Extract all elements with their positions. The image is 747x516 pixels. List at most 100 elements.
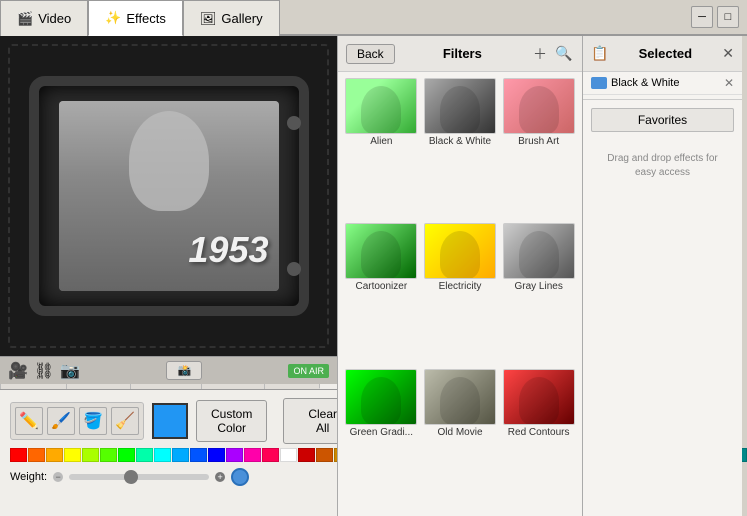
color-cell[interactable] (226, 448, 243, 462)
filter-item-graylines[interactable]: Gray Lines (501, 223, 576, 364)
filter-label-electricity: Electricity (439, 281, 482, 292)
selected-item-remove-button[interactable]: ✕ (724, 76, 734, 90)
eraser-tool[interactable]: 🧹 (111, 407, 139, 435)
selected-item-visibility-toggle[interactable] (591, 77, 607, 89)
minimize-button[interactable]: ─ (691, 6, 713, 28)
selected-item: Black & White ✕ (583, 72, 742, 95)
video-frame: 1953 (0, 36, 337, 356)
filter-item-electricity[interactable]: Electricity (423, 223, 498, 364)
filter-item-alien[interactable]: Alien (344, 78, 419, 219)
top-tab-bar: 🎬 Video ✨ Effects 🖼 Gallery ─ □ (0, 0, 747, 36)
color-cell[interactable] (244, 448, 261, 462)
weight-row: Weight: − + (10, 468, 327, 486)
filter-label-graylines: Gray Lines (514, 281, 562, 292)
tab-video-label: Video (38, 11, 71, 26)
filter-item-greengrad[interactable]: Green Gradi... (344, 369, 419, 510)
color-row-0 (10, 448, 297, 462)
tab-gallery[interactable]: 🖼 Gallery (183, 0, 280, 36)
filter-thumb-redcontours (503, 369, 575, 425)
favorites-button[interactable]: Favorites (591, 108, 734, 132)
color-cell[interactable] (136, 448, 153, 462)
weight-decrease-button[interactable]: − (53, 472, 63, 482)
color-cell[interactable] (154, 448, 171, 462)
color-cell[interactable] (28, 448, 45, 462)
selected-item-label: Black & White (611, 77, 720, 89)
filters-grid: Alien Black & White Brush Art Cartoonizer El… (338, 72, 582, 516)
active-color-swatch[interactable] (152, 403, 188, 439)
filter-thumb-electricity (424, 223, 496, 279)
tv-border-deco (8, 44, 329, 348)
selected-panel: 📋 Selected ✕ Black & White ✕ Favorites D… (582, 36, 742, 516)
filter-item-bw[interactable]: Black & White (423, 78, 498, 219)
weight-slider-thumb[interactable] (124, 470, 138, 484)
video-controls: 🎥 ⛓ 📷 📸 ON AIR (0, 356, 337, 384)
brush-tool[interactable]: 🖌️ (47, 407, 75, 435)
add-filter-button[interactable]: ＋ (530, 44, 550, 64)
tab-spacer (280, 0, 683, 35)
tab-effects-label: Effects (126, 11, 166, 26)
filter-item-brushart[interactable]: Brush Art (501, 78, 576, 219)
draw-panel: ✏️ 🖌️ 🪣 🧹 Custom Color Clear All (0, 390, 337, 516)
color-cell[interactable] (118, 448, 135, 462)
favorites-hint: Drag and drop effects for easy access (591, 152, 734, 180)
video-content: 1953 (0, 36, 337, 356)
color-palette (10, 448, 327, 462)
filter-label-redcontours: Red Contours (508, 427, 570, 438)
tab-effects[interactable]: ✨ Effects (88, 0, 183, 36)
tools-row: ✏️ 🖌️ 🪣 🧹 Custom Color Clear All (10, 398, 327, 444)
left-panel: 1953 🎥 ⛓ 📷 (0, 36, 337, 516)
weight-increase-button[interactable]: + (215, 472, 225, 482)
filter-thumb-cartoonizer (345, 223, 417, 279)
fill-tool[interactable]: 🪣 (79, 407, 107, 435)
color-cell[interactable] (172, 448, 189, 462)
filters-panel: Back Filters ＋ 🔍 Alien Black & White Brush… (337, 36, 582, 516)
color-cell[interactable] (298, 448, 315, 462)
filter-thumb-bw (424, 78, 496, 134)
custom-color-button[interactable]: Custom Color (196, 400, 267, 442)
color-cell[interactable] (316, 448, 333, 462)
filter-label-alien: Alien (370, 136, 392, 147)
filters-header: Back Filters ＋ 🔍 (338, 36, 582, 72)
color-cell[interactable] (100, 448, 117, 462)
video-link-icon[interactable]: ⛓ (34, 361, 54, 381)
filter-thumb-oldmovie (424, 369, 496, 425)
effects-tab-icon: ✨ (105, 10, 121, 26)
search-filter-button[interactable]: 🔍 (554, 44, 574, 64)
video-area: 1953 🎥 ⛓ 📷 (0, 36, 337, 356)
selected-panel-icon: 📋 (591, 45, 608, 62)
snapshot-button[interactable]: 📸 (166, 361, 202, 380)
selected-items-list: Black & White ✕ (583, 72, 742, 95)
color-cell[interactable] (46, 448, 63, 462)
favorites-section: Favorites Drag and drop effects for easy… (583, 99, 742, 188)
selected-panel-title: Selected (639, 46, 692, 61)
filter-thumb-brushart (503, 78, 575, 134)
color-cell[interactable] (208, 448, 225, 462)
video-camera-icon[interactable]: 📷 (60, 361, 80, 381)
color-cell[interactable] (190, 448, 207, 462)
color-cell[interactable] (64, 448, 81, 462)
color-cell[interactable] (10, 448, 27, 462)
tool-group: ✏️ 🖌️ 🪣 🧹 (10, 402, 144, 440)
filter-thumb-alien (345, 78, 417, 134)
color-cell[interactable] (280, 448, 297, 462)
filter-label-bw: Black & White (429, 136, 491, 147)
color-cell[interactable] (262, 448, 279, 462)
video-record-icon[interactable]: 🎥 (8, 361, 28, 381)
tab-video[interactable]: 🎬 Video (0, 0, 88, 36)
selected-close-button[interactable]: ✕ (722, 45, 734, 62)
weight-slider[interactable] (69, 474, 209, 480)
color-cell[interactable] (82, 448, 99, 462)
filter-item-oldmovie[interactable]: Old Movie (423, 369, 498, 510)
gallery-tab-icon: 🖼 (200, 11, 217, 27)
filter-item-redcontours[interactable]: Red Contours (501, 369, 576, 510)
filter-label-cartoonizer: Cartoonizer (355, 281, 407, 292)
pencil-tool[interactable]: ✏️ (15, 407, 43, 435)
tab-gallery-label: Gallery (221, 11, 262, 26)
filters-action-icons: ＋ 🔍 (530, 44, 574, 64)
filter-label-oldmovie: Old Movie (437, 427, 482, 438)
back-button[interactable]: Back (346, 44, 395, 64)
maximize-button[interactable]: □ (717, 6, 739, 28)
weight-preview-circle (231, 468, 249, 486)
filter-item-cartoonizer[interactable]: Cartoonizer (344, 223, 419, 364)
filter-thumb-graylines (503, 223, 575, 279)
